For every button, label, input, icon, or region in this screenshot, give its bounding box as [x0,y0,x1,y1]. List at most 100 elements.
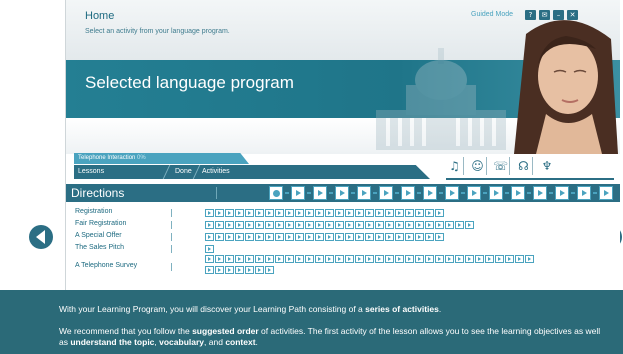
lesson-row[interactable]: A Telephone Survey [75,255,615,274]
activity-button[interactable] [375,233,384,241]
activity-button[interactable] [215,233,224,241]
activity-button[interactable] [425,209,434,217]
activity-button[interactable] [515,255,524,263]
activity-button[interactable] [205,221,214,229]
activity-button[interactable] [435,233,444,241]
activity-button[interactable] [265,266,274,274]
activity-button[interactable] [235,209,244,217]
activity-button[interactable] [375,255,384,263]
directions-step[interactable] [313,186,327,200]
activity-button[interactable] [305,221,314,229]
activity-button[interactable] [485,255,494,263]
activity-button[interactable] [525,255,534,263]
lesson-row[interactable]: The Sales Pitch [75,243,615,255]
current-lesson-tab[interactable]: Telephone Interaction 0% [74,153,249,164]
activity-button[interactable] [395,209,404,217]
activity-button[interactable] [265,221,274,229]
activity-button[interactable] [245,221,254,229]
activity-button[interactable] [405,221,414,229]
activity-button[interactable] [425,255,434,263]
activity-button[interactable] [345,221,354,229]
activity-button[interactable] [415,233,424,241]
activity-button[interactable] [205,233,214,241]
activity-button[interactable] [415,209,424,217]
previous-arrow-icon[interactable] [29,225,53,249]
activity-button[interactable] [435,255,444,263]
activity-button[interactable] [255,209,264,217]
activity-button[interactable] [265,209,274,217]
directions-step[interactable] [357,186,371,200]
speak-icon[interactable]: ♫ [446,157,464,175]
activity-button[interactable] [335,233,344,241]
activity-button[interactable] [405,209,414,217]
activity-button[interactable] [225,266,234,274]
activity-button[interactable] [305,233,314,241]
activity-button[interactable] [385,233,394,241]
activity-button[interactable] [245,233,254,241]
activity-button[interactable] [205,209,214,217]
directions-step[interactable] [467,186,481,200]
directions-step[interactable] [291,186,305,200]
activity-button[interactable] [315,209,324,217]
compare-icon[interactable]: ☊ [515,157,533,175]
activity-button[interactable] [395,221,404,229]
activity-button[interactable] [365,221,374,229]
activity-button[interactable] [395,233,404,241]
directions-step-current[interactable] [269,186,283,200]
activity-button[interactable] [285,255,294,263]
activity-button[interactable] [335,221,344,229]
activity-button[interactable] [335,255,344,263]
activity-button[interactable] [415,221,424,229]
record-icon[interactable]: ☏ [492,157,510,175]
activity-button[interactable] [375,209,384,217]
activity-button[interactable] [215,209,224,217]
activity-button[interactable] [275,233,284,241]
activity-button[interactable] [295,255,304,263]
activity-button[interactable] [305,209,314,217]
activity-button[interactable] [285,233,294,241]
directions-step[interactable] [577,186,591,200]
activity-button[interactable] [275,255,284,263]
activity-button[interactable] [385,209,394,217]
lesson-name[interactable]: A Special Offer [75,232,122,239]
activity-button[interactable] [315,233,324,241]
activity-button[interactable] [405,233,414,241]
activity-button[interactable] [245,255,254,263]
lesson-row[interactable]: Registration [75,207,615,219]
directions-step[interactable] [445,186,459,200]
dictionary-icon[interactable]: ♆ [538,157,556,175]
directions-step[interactable] [511,186,525,200]
activity-button[interactable] [435,209,444,217]
activity-button[interactable] [245,209,254,217]
activity-button[interactable] [425,221,434,229]
activity-button[interactable] [245,266,254,274]
activity-button[interactable] [225,221,234,229]
activity-button[interactable] [385,255,394,263]
activity-button[interactable] [285,221,294,229]
activity-button[interactable] [285,209,294,217]
activity-button[interactable] [265,233,274,241]
lesson-row[interactable]: A Special Offer [75,231,615,243]
activity-button[interactable] [435,221,444,229]
lesson-row[interactable]: Fair Registration [75,219,615,231]
activity-button[interactable] [255,266,264,274]
activity-button[interactable] [325,255,334,263]
activity-button[interactable] [325,209,334,217]
activity-button[interactable] [505,255,514,263]
activity-button[interactable] [345,233,354,241]
activity-button[interactable] [225,233,234,241]
activity-button[interactable] [345,209,354,217]
activity-button[interactable] [315,255,324,263]
activity-button[interactable] [205,255,214,263]
activity-button[interactable] [235,255,244,263]
activity-button[interactable] [375,221,384,229]
activity-button[interactable] [305,255,314,263]
activity-button[interactable] [205,266,214,274]
lesson-name[interactable]: The Sales Pitch [75,244,124,251]
activity-button[interactable] [495,255,504,263]
directions-step[interactable] [533,186,547,200]
listen-icon[interactable]: ☺ [469,157,487,175]
activity-button[interactable] [295,221,304,229]
activity-button[interactable] [225,209,234,217]
directions-step[interactable] [423,186,437,200]
